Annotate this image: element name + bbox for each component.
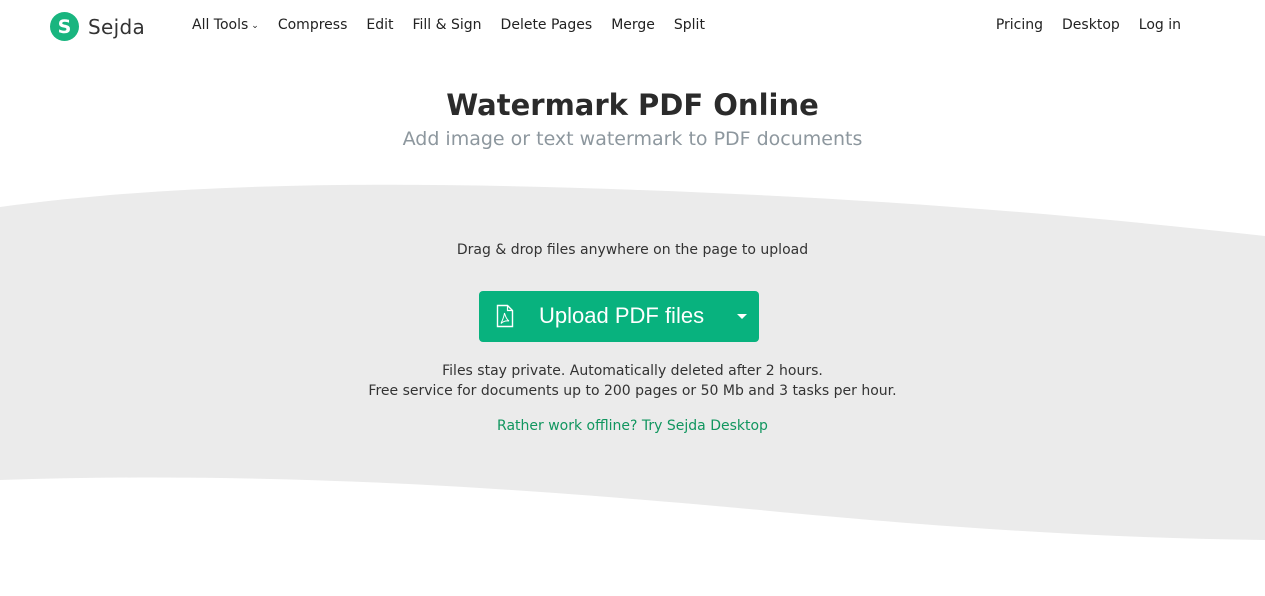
- drop-hint: Drag & drop files anywhere on the page t…: [456, 242, 809, 258]
- chevron-down-icon: ⌄: [251, 20, 259, 31]
- upload-pdf-button[interactable]: Upload PDF files: [479, 291, 759, 342]
- try-desktop-link[interactable]: Rather work offline? Try Sejda Desktop: [497, 418, 768, 434]
- sejda-logo[interactable]: S Sejda: [50, 12, 145, 41]
- nav-compress[interactable]: Compress: [278, 17, 348, 33]
- nav-login[interactable]: Log in: [1139, 17, 1181, 33]
- page-title: Watermark PDF Online: [446, 88, 819, 122]
- nav-delete-pages[interactable]: Delete Pages: [501, 17, 593, 33]
- nav-desktop[interactable]: Desktop: [1062, 17, 1120, 33]
- nav-split[interactable]: Split: [674, 17, 705, 33]
- logo-icon: S: [50, 12, 79, 41]
- nav-all-tools[interactable]: All Tools ⌄: [192, 17, 259, 33]
- account-nav: Pricing Desktop Log in: [977, 17, 1181, 33]
- upload-button-label: Upload PDF files: [539, 303, 705, 328]
- privacy-note: Files stay private. Automatically delete…: [442, 363, 823, 379]
- pdf-file-icon: [496, 304, 514, 328]
- main-nav: All Tools ⌄ Compress Edit Fill & Sign De…: [192, 17, 724, 33]
- nav-all-tools-label: All Tools: [192, 17, 249, 33]
- offline-desktop-container: Rather work offline? Try Sejda Desktop: [0, 418, 1265, 434]
- nav-edit[interactable]: Edit: [366, 17, 393, 33]
- caret-down-icon[interactable]: [737, 314, 747, 319]
- nav-merge[interactable]: Merge: [611, 17, 655, 33]
- nav-fill-sign[interactable]: Fill & Sign: [412, 17, 481, 33]
- nav-pricing[interactable]: Pricing: [996, 17, 1043, 33]
- limits-note: Free service for documents up to 200 pag…: [368, 383, 897, 399]
- top-navigation: S Sejda All Tools ⌄ Compress Edit Fill &…: [0, 0, 1265, 52]
- page-subtitle: Add image or text watermark to PDF docum…: [402, 128, 863, 150]
- logo-text: Sejda: [88, 14, 146, 39]
